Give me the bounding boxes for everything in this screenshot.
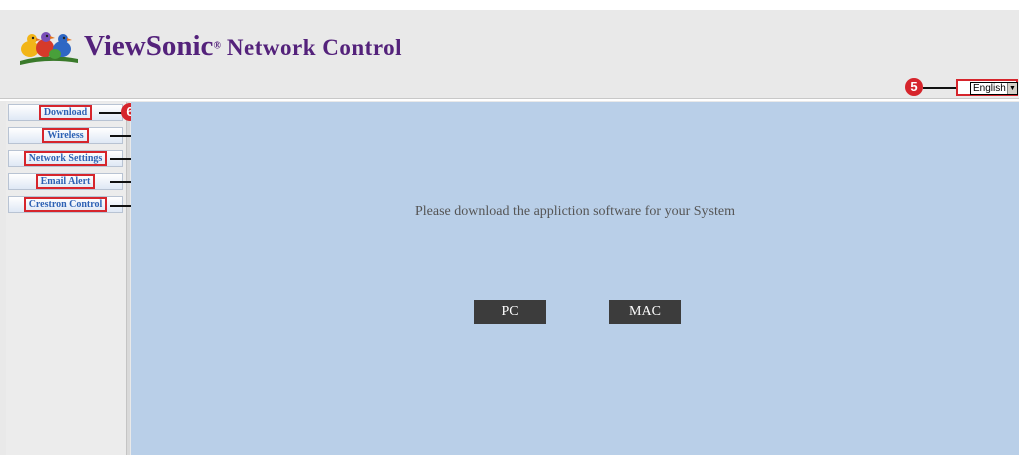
logo-text: ViewSonic® Network Control xyxy=(84,30,402,63)
sidebar-item-email-alert[interactable]: Email Alert xyxy=(8,173,123,190)
sidebar-item-label: Wireless xyxy=(42,128,89,143)
language-select-highlight: English ▼ xyxy=(956,79,1018,96)
registered-mark: ® xyxy=(213,40,221,52)
birds-logo-icon xyxy=(20,32,78,65)
header-divider xyxy=(0,98,1019,101)
sidebar-item-label: Download xyxy=(38,105,93,120)
language-select[interactable]: English ▼ xyxy=(970,82,1018,95)
logo: ViewSonic® Network Control xyxy=(18,26,402,66)
sidebar-item-crestron-control[interactable]: Crestron Control xyxy=(8,196,123,213)
main-content: Please download the appliction software … xyxy=(131,102,1019,455)
sidebar: Download Wireless Network Settings Email… xyxy=(6,102,127,455)
chevron-down-icon[interactable]: ▼ xyxy=(1007,83,1017,94)
callout-badge-5: 5 xyxy=(905,78,923,96)
sidebar-item-wireless[interactable]: Wireless xyxy=(8,127,123,144)
sidebar-item-network-settings[interactable]: Network Settings xyxy=(8,150,123,167)
product-name: Network Control xyxy=(226,34,403,60)
sidebar-item-label: Crestron Control xyxy=(23,197,108,212)
brand-name: ViewSonic xyxy=(84,29,214,62)
page: ViewSonic® Network Control 5 English ▼ Do… xyxy=(0,10,1019,455)
language-selected-value: English xyxy=(973,83,1006,94)
sidebar-border xyxy=(126,102,130,455)
download-message: Please download the appliction software … xyxy=(415,204,735,219)
pc-download-button[interactable]: PC xyxy=(474,300,546,324)
sidebar-item-label: Network Settings xyxy=(23,151,108,166)
callout-line-6 xyxy=(99,112,122,114)
callout-line-5 xyxy=(923,87,956,89)
mac-download-button[interactable]: MAC xyxy=(609,300,681,324)
sidebar-item-label: Email Alert xyxy=(35,174,96,189)
